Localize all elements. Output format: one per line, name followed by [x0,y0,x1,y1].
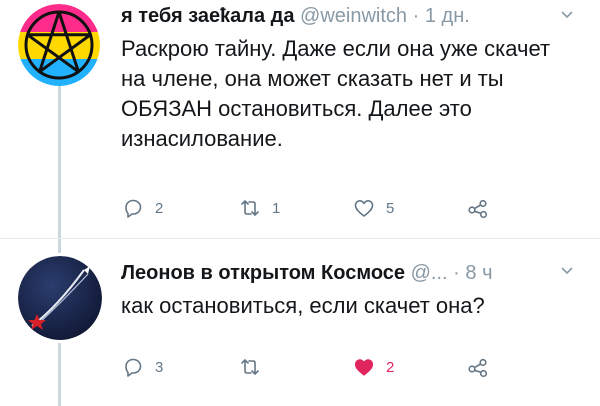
timestamp[interactable]: 1 дн. [425,5,470,27]
avatar[interactable] [18,4,100,86]
display-name[interactable]: Леонов в открытом Космосе [121,262,405,284]
tweet-text: Раскрою тайну. Даже если она уже скачет … [121,36,551,151]
retweet-button[interactable]: 1 [238,193,280,223]
avatar[interactable] [18,256,102,340]
reply-button[interactable]: 3 [121,352,163,382]
heart-icon [354,200,374,217]
share-button[interactable] [466,193,490,223]
share-icon [468,199,488,219]
share-icon [468,358,488,378]
chevron-down-icon[interactable] [560,8,574,22]
reply-count: 2 [155,199,164,217]
retweet-button[interactable] [238,352,272,382]
like-count: 2 [386,358,395,376]
separator: · [453,262,460,284]
separator: · [412,5,420,27]
space-rocket-avatar-icon [18,256,102,340]
like-button[interactable]: 2 [352,352,394,382]
thread-line [58,86,61,238]
thread-line-lower [58,343,61,406]
handle[interactable]: @weinwitch [300,5,407,27]
thread-line [58,239,61,253]
handle[interactable]: @... [411,262,448,284]
share-button[interactable] [466,352,490,382]
tweet-actions: 3 2 [121,352,521,382]
retweet-icon [241,200,259,216]
retweet-icon [241,359,259,375]
pansexual-pentagram-avatar-icon [18,4,100,86]
retweet-count: 1 [272,199,281,217]
reply-icon [125,358,142,377]
tweet-text: как остановиться, если скачет она? [121,293,485,318]
tweet-header: я тебя заеҟала да @weinwitch · 1 дн. [121,4,470,28]
like-button[interactable]: 5 [352,193,394,223]
display-name[interactable]: я тебя заеҟала да [121,5,294,27]
reply-count: 3 [155,358,164,376]
reply-icon [125,199,142,218]
heart-filled-icon [354,359,374,376]
tweet-2[interactable]: Леонов в открытом Космосе @... · 8 ч как… [0,238,600,406]
timestamp[interactable]: 8 ч [465,262,492,284]
reply-button[interactable]: 2 [121,193,163,223]
tweet-header: Леонов в открытом Космосе @... · 8 ч [121,261,493,285]
tweet-actions: 2 1 5 [121,193,521,223]
tweet-1[interactable]: я тебя заеҟала да @weinwitch · 1 дн. Рас… [0,0,600,238]
chevron-down-icon[interactable] [560,264,574,278]
like-count: 5 [386,199,395,217]
